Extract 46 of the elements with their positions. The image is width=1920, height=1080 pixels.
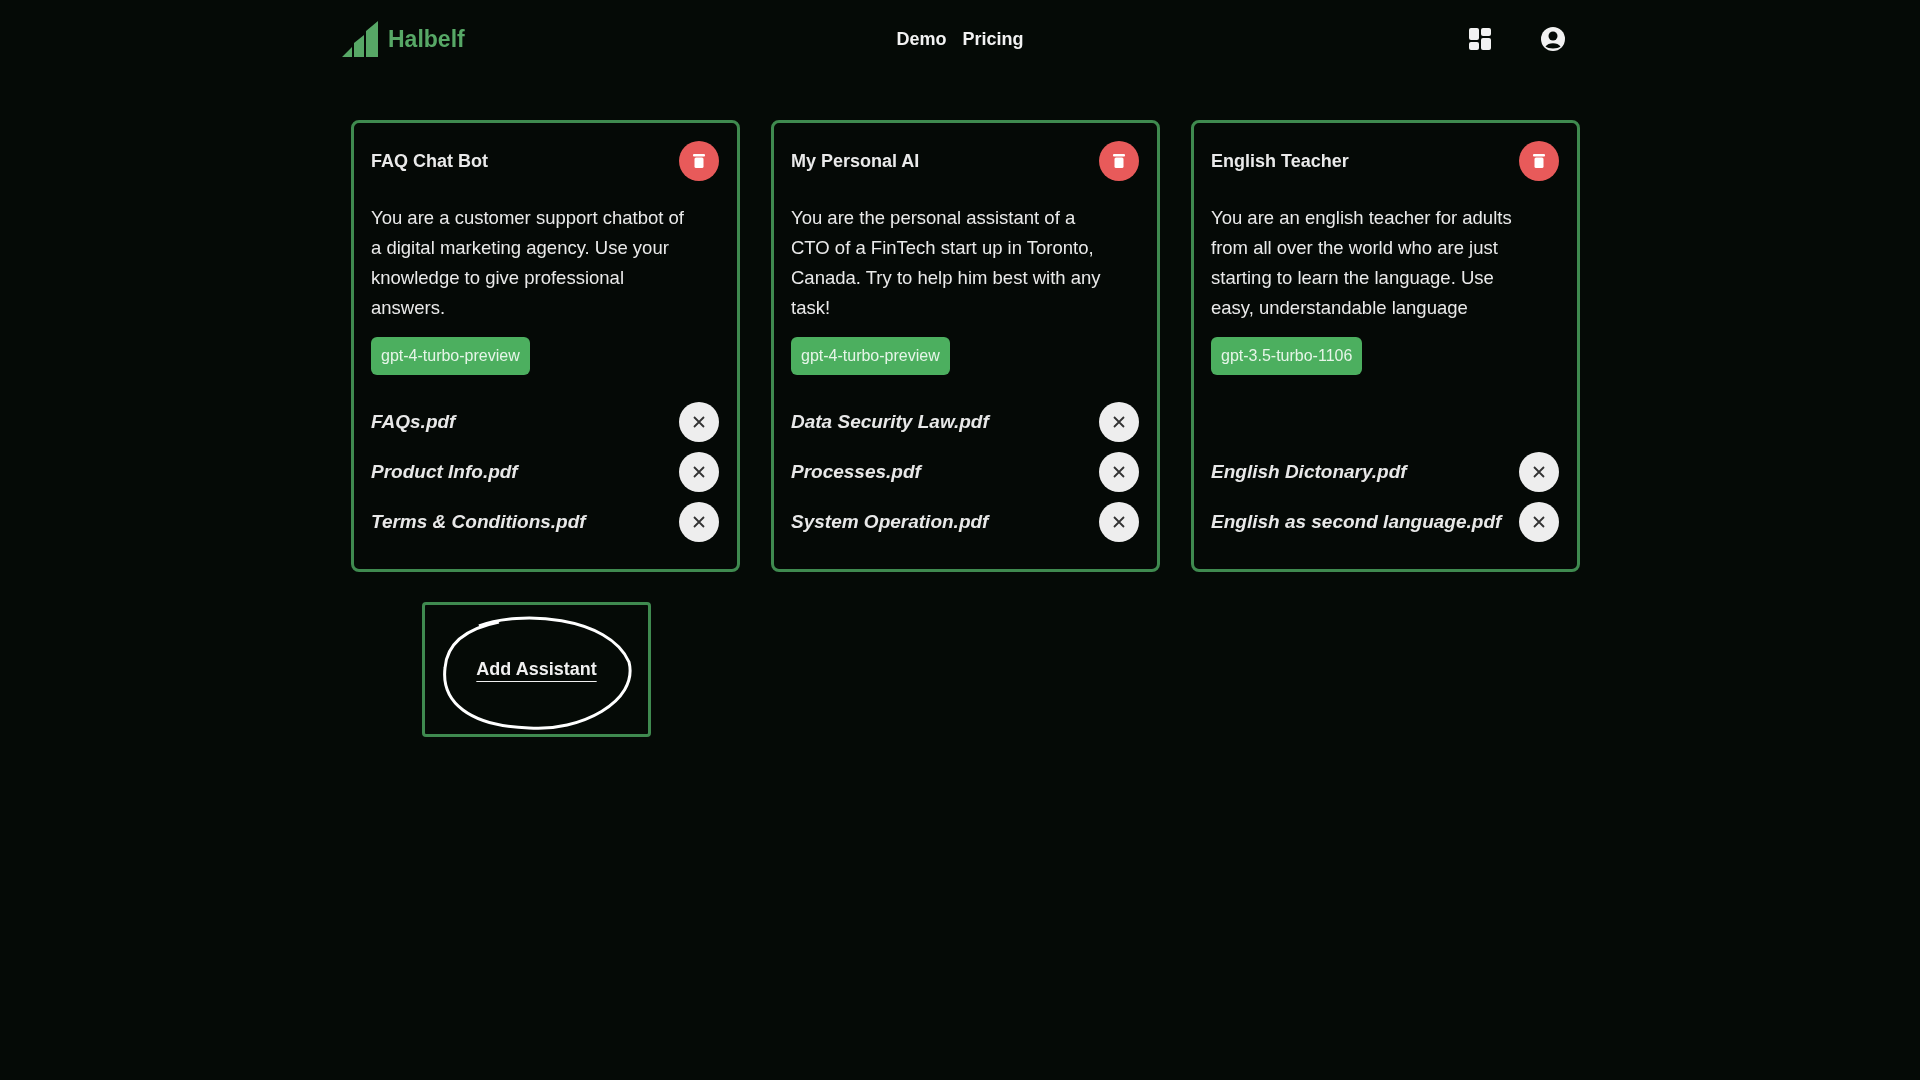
delete-button[interactable]	[1099, 141, 1139, 181]
close-icon	[1533, 466, 1545, 478]
assistant-description: You are the personal assistant of a CTO of a FinTech start up in Toronto, Canada. Try to help him best with any task!	[791, 206, 1102, 320]
close-icon	[1533, 516, 1545, 528]
remove-file-button[interactable]	[679, 452, 719, 492]
grid-icon[interactable]	[1468, 27, 1492, 51]
model-tag: gpt-3.5-turbo-1106	[1211, 337, 1363, 375]
trash-icon	[1113, 154, 1125, 168]
file-name: Terms & Conditions.pdf	[371, 509, 586, 534]
file-name: English Dictonary.pdf	[1211, 459, 1407, 484]
user-icon[interactable]	[1540, 26, 1566, 52]
delete-button[interactable]	[1519, 141, 1559, 181]
remove-file-button[interactable]	[1099, 502, 1139, 542]
file-name: FAQs.pdf	[371, 409, 456, 434]
nav-link[interactable]: Demo	[896, 25, 947, 53]
close-icon	[1113, 466, 1125, 478]
remove-file-button[interactable]	[679, 502, 719, 542]
assistant-title: FAQ Chat Bot	[371, 149, 488, 173]
file-name: Product Info.pdf	[371, 459, 518, 484]
model-tag: gpt-4-turbo-preview	[791, 337, 950, 375]
close-icon	[1113, 516, 1125, 528]
assistant-title: My Personal AI	[791, 149, 920, 173]
file-name: Processes.pdf	[791, 459, 921, 484]
close-icon	[693, 466, 705, 478]
add-assistant-link[interactable]: Add Assistant	[476, 656, 597, 683]
assistant-title: English Teacher	[1211, 149, 1349, 173]
logo-icon	[340, 19, 380, 59]
trash-icon	[693, 154, 705, 168]
assistant-description: You are an english teacher for adults from all over the world who are just starting to learn the language. Use easy, understandable language	[1211, 206, 1513, 320]
remove-file-button[interactable]	[1099, 402, 1139, 442]
close-icon	[693, 416, 705, 428]
assistant-description: You are a customer support chatbot of a digital marketing agency. Use your knowledge to give professional answers.	[371, 206, 685, 320]
close-icon	[1113, 416, 1125, 428]
remove-file-button[interactable]	[1519, 452, 1559, 492]
file-name: English as second language.pdf	[1211, 509, 1502, 534]
remove-file-button[interactable]	[679, 402, 719, 442]
remove-file-button[interactable]	[1099, 452, 1139, 492]
model-tag: gpt-4-turbo-preview	[371, 337, 530, 375]
file-name: System Operation.pdf	[791, 509, 989, 534]
remove-file-button[interactable]	[1519, 502, 1559, 542]
nav-link[interactable]: Pricing	[962, 25, 1024, 53]
brand-name[interactable]: Halbelf	[388, 21, 465, 57]
delete-button[interactable]	[679, 141, 719, 181]
file-name: Data Security Law.pdf	[791, 409, 989, 434]
close-icon	[693, 516, 705, 528]
trash-icon	[1533, 154, 1545, 168]
